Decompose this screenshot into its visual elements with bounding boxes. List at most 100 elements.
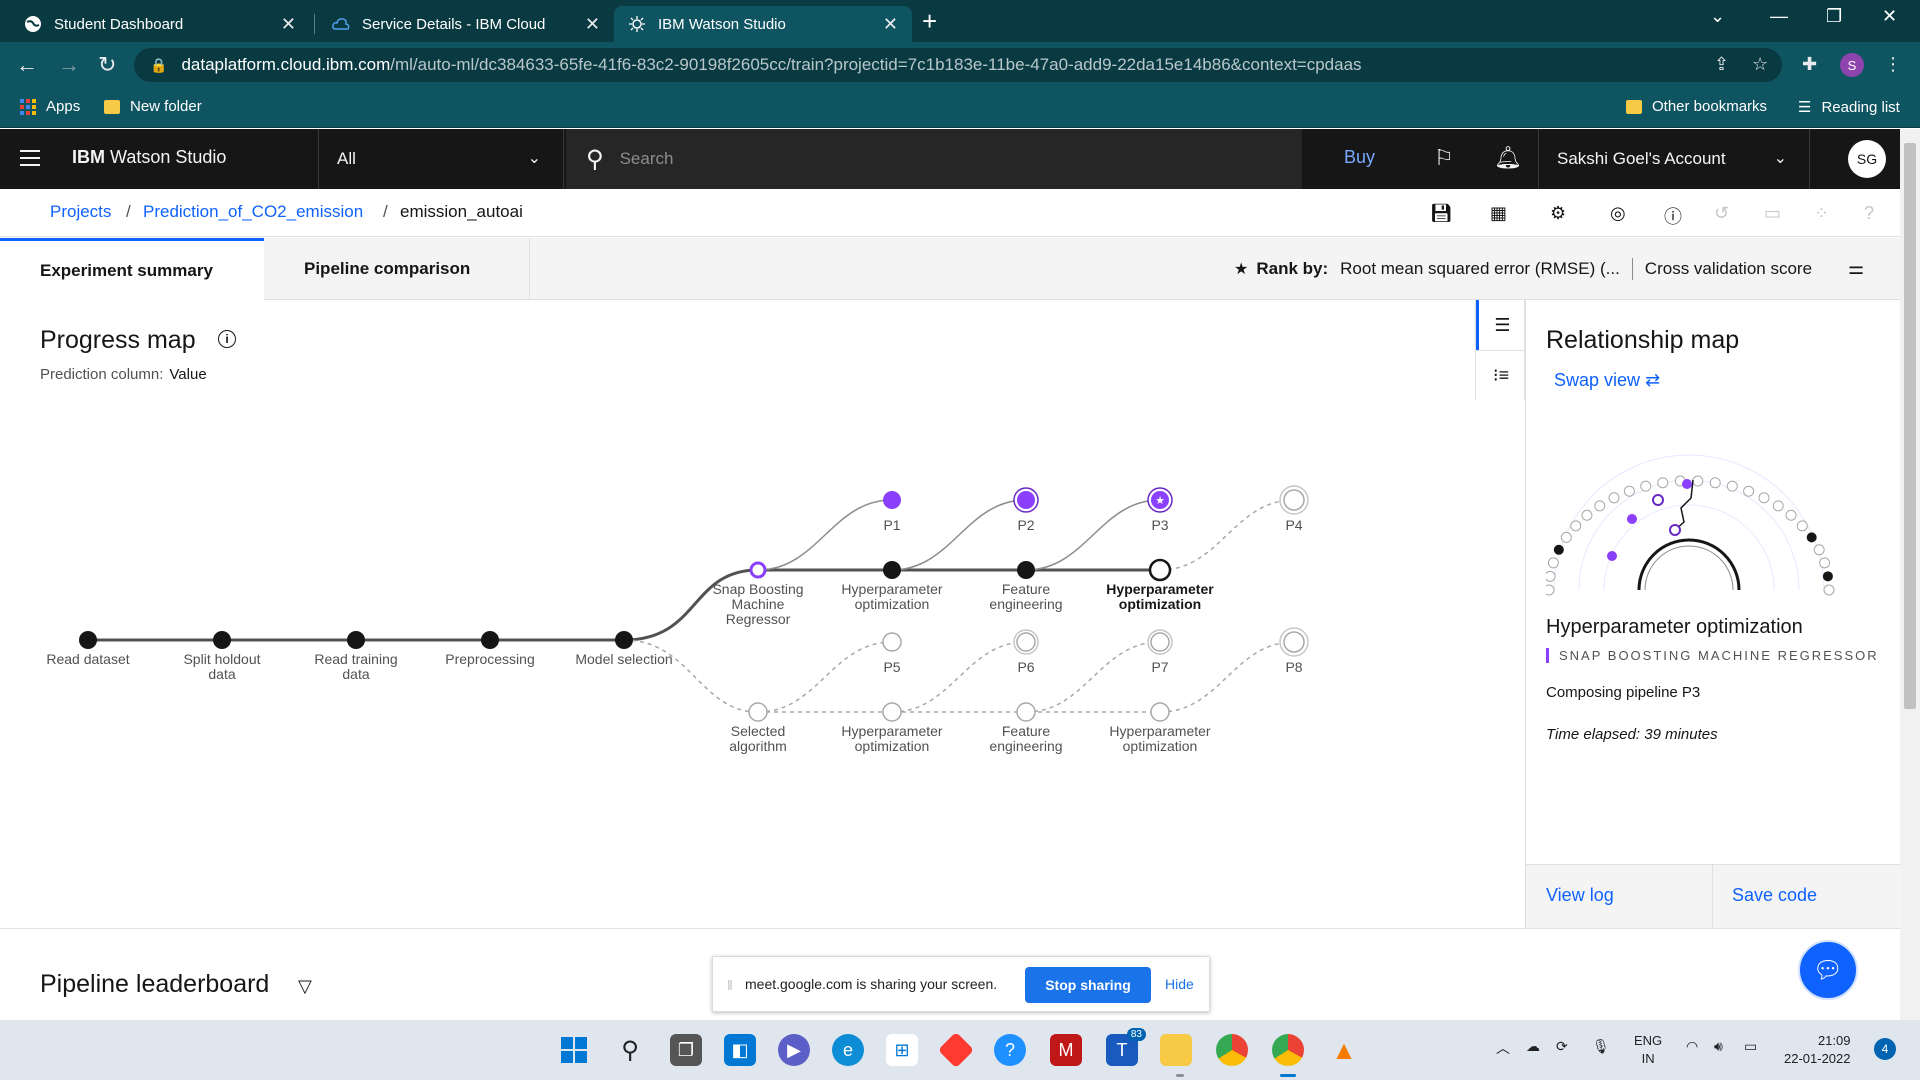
experiment-tabs: Experiment summary Pipeline comparison ★… — [0, 238, 1900, 300]
volume-icon[interactable]: 🔊︎ — [1714, 1038, 1723, 1055]
stop-sharing-button[interactable]: Stop sharing — [1025, 967, 1151, 1003]
scrollbar-thumb[interactable] — [1904, 143, 1916, 709]
bookmark-apps[interactable]: Apps — [20, 98, 80, 115]
microphone-icon[interactable]: 🎙︎ — [1592, 1038, 1610, 1055]
wifi-icon[interactable]: ◠ — [1686, 1038, 1698, 1055]
notification-count[interactable]: 4 — [1874, 1038, 1896, 1060]
minimize-button[interactable]: — — [1770, 6, 1788, 27]
rank-by-control[interactable]: ★ Rank by: Root mean squared error (RMSE… — [1234, 258, 1812, 280]
close-icon[interactable]: ✕ — [883, 14, 898, 35]
close-icon[interactable]: ✕ — [281, 14, 296, 35]
reading-list-icon: ☰ — [1798, 99, 1812, 116]
onedrive-cloud-icon[interactable]: ☁ — [1526, 1038, 1540, 1055]
bookmark-other[interactable]: Other bookmarks — [1626, 98, 1767, 115]
chat-icon[interactable]: 💬︎ — [1798, 940, 1858, 1000]
edge-browser-icon[interactable]: e — [832, 1034, 864, 1066]
apps-icon[interactable]: ⁘ — [1814, 203, 1829, 224]
tab-title: Service Details - IBM Cloud — [362, 15, 546, 33]
widgets-icon[interactable]: ◧ — [724, 1034, 756, 1066]
apps-grid-icon — [20, 98, 36, 115]
center-arc — [1637, 538, 1741, 591]
tab-experiment-summary[interactable]: Experiment summary — [0, 238, 264, 300]
chrome-profile-icon[interactable] — [1272, 1034, 1304, 1066]
vlc-icon[interactable]: ▲ — [1328, 1034, 1360, 1066]
list-view-icon[interactable]: ☰ — [1476, 300, 1526, 350]
history-icon[interactable]: ↺ — [1714, 203, 1729, 224]
new-tab-button[interactable]: + — [922, 6, 937, 37]
detail-list-icon[interactable]: ⁝≡ — [1476, 350, 1526, 400]
diamond-app-icon[interactable] — [937, 1031, 975, 1069]
url-path: /ml/auto-ml/dc384633-65fe-41f6-83c2-9019… — [390, 55, 1362, 74]
windows-start-icon[interactable] — [558, 1034, 590, 1066]
sync-icon[interactable]: ⟳ — [1556, 1038, 1568, 1055]
drag-handle-icon[interactable]: ‖ — [727, 977, 733, 993]
pipeline-step-node — [347, 631, 365, 649]
filter-icon[interactable]: ▽ — [298, 976, 312, 997]
swap-view-link[interactable]: Swap view ⇄ — [1554, 370, 1660, 391]
buy-link[interactable]: Buy — [1344, 147, 1375, 168]
address-bar[interactable]: 🔒 dataplatform.cloud.ibm.com/ml/auto-ml/… — [134, 48, 1782, 82]
comment-icon[interactable]: ▭ — [1764, 203, 1781, 224]
search-icon[interactable]: ⚲ — [614, 1034, 646, 1066]
calendar-icon[interactable]: ▦ — [1490, 203, 1507, 224]
save-icon[interactable]: 💾︎ — [1430, 203, 1453, 224]
notification-bell-icon[interactable]: 🔔︎ — [1494, 145, 1522, 171]
target-icon[interactable]: ◎ — [1610, 203, 1626, 224]
save-code-button[interactable]: Save code — [1732, 885, 1817, 906]
chevron-up-icon[interactable]: ︿ — [1496, 1038, 1510, 1058]
back-arrow-icon[interactable]: ← — [16, 52, 38, 78]
extensions-icon[interactable]: ✚ — [1802, 54, 1817, 75]
chrome-icon[interactable] — [1216, 1034, 1248, 1066]
reload-icon[interactable]: ↻ — [98, 52, 116, 78]
search-input[interactable]: ⚲ Search — [566, 129, 1302, 189]
relationship-node-p2 — [1682, 479, 1692, 489]
tab-search-icon[interactable]: ⌄ — [1710, 6, 1725, 27]
pipeline-node-complete — [883, 491, 901, 509]
signpost-icon[interactable]: ⚐ — [1434, 145, 1454, 171]
help-icon[interactable]: ? — [994, 1034, 1026, 1066]
radial-ring — [1553, 454, 1825, 591]
breadcrumb-projects[interactable]: Projects — [50, 202, 111, 222]
account-switcher[interactable]: Sakshi Goel's Account ⌄ — [1538, 129, 1810, 189]
tab-pipeline-comparison[interactable]: Pipeline comparison — [264, 238, 530, 300]
settings-sliders-icon[interactable]: ⚌ — [1848, 258, 1864, 279]
hide-button[interactable]: Hide — [1165, 976, 1194, 992]
system-clock[interactable]: 21:09 22-01-2022 — [1784, 1032, 1851, 1068]
page-scrollbar[interactable] — [1900, 129, 1920, 1020]
teams-chat-icon[interactable]: ▶ — [778, 1034, 810, 1066]
chevron-down-icon: ⌄ — [1773, 150, 1787, 167]
forward-arrow-icon[interactable]: → — [58, 52, 80, 78]
info-icon[interactable]: ⓘ — [1664, 203, 1682, 229]
file-explorer-icon[interactable] — [1160, 1034, 1192, 1066]
tab-watson-studio[interactable]: IBM Watson Studio ✕ — [614, 6, 912, 42]
mcafee-icon[interactable]: M — [1050, 1034, 1082, 1066]
user-avatar[interactable]: SG — [1848, 140, 1886, 178]
pipeline-leaderboard-title: Pipeline leaderboard — [40, 970, 270, 998]
help-icon[interactable]: ? — [1864, 203, 1874, 224]
bookmark-new-folder[interactable]: New folder — [104, 98, 202, 115]
menu-dots-icon[interactable]: ⋮ — [1884, 54, 1902, 75]
settings-gear-icon[interactable]: ⚙ — [1550, 203, 1566, 224]
search-scope-select[interactable]: All ⌄ — [318, 129, 564, 189]
view-log-button[interactable]: View log — [1546, 885, 1614, 906]
store-icon[interactable]: ⊞ — [886, 1034, 918, 1066]
restore-button[interactable]: ❐ — [1826, 6, 1842, 27]
relationship-node — [1822, 571, 1833, 582]
close-window-button[interactable]: ✕ — [1882, 6, 1897, 27]
pipeline-node-complete — [1017, 491, 1035, 509]
hamburger-menu-icon[interactable] — [20, 150, 40, 166]
reading-list[interactable]: ☰ Reading list — [1798, 98, 1900, 117]
tab-student-dashboard[interactable]: Student Dashboard ✕ — [10, 6, 310, 42]
input-language[interactable]: ENG IN — [1634, 1032, 1662, 1068]
pipeline-node-pending — [1016, 632, 1036, 652]
bookmark-star-icon[interactable]: ☆ — [1752, 54, 1768, 75]
task-view-icon[interactable]: ❐ — [670, 1034, 702, 1066]
battery-icon[interactable]: ▭ — [1744, 1038, 1757, 1055]
brand-name[interactable]: IBM Watson Studio — [72, 147, 226, 168]
share-icon[interactable]: ⇪ — [1714, 54, 1729, 75]
close-icon[interactable]: ✕ — [585, 14, 600, 35]
breadcrumb-project[interactable]: Prediction_of_CO2_emission — [143, 202, 363, 222]
tab-service-details[interactable]: Service Details - IBM Cloud ✕ — [318, 6, 614, 42]
teams-icon[interactable]: T 83 — [1106, 1028, 1146, 1066]
profile-avatar[interactable]: S — [1840, 53, 1864, 77]
